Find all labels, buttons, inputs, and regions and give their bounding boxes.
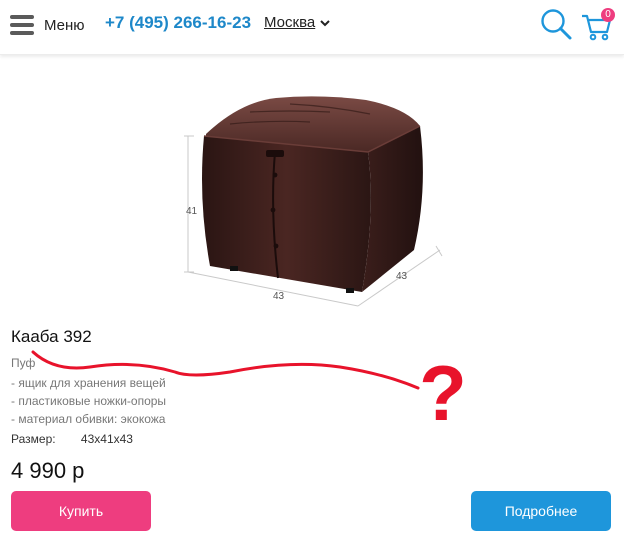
city-selector[interactable]: Москва: [264, 14, 331, 31]
menu-button[interactable]: Меню: [10, 12, 85, 38]
menu-label: Меню: [44, 16, 85, 34]
width-label: 43: [273, 291, 285, 302]
product-price: 4 990 р: [11, 458, 85, 483]
feature-list: - ящик для хранения вещей - пластиковые …: [11, 374, 166, 428]
height-label: 41: [186, 206, 198, 217]
product-type: Пуф: [11, 356, 36, 370]
phone-link[interactable]: +7 (495) 266-16-23: [105, 13, 251, 33]
size-row: Размер: 43x41x43: [11, 432, 133, 446]
product-title[interactable]: Кааба 392: [11, 327, 92, 347]
question-mark: ?: [419, 349, 467, 437]
product-image[interactable]: 41 43 43: [170, 80, 450, 320]
buy-button[interactable]: Купить: [11, 491, 151, 531]
feature-item: - пластиковые ножки-опоры: [11, 394, 167, 408]
feature-item: - материал обивки: экокожа: [11, 412, 166, 426]
chevron-down-icon: [320, 19, 330, 26]
size-label: Размер:: [11, 432, 56, 446]
feature-item: - ящик для хранения вещей: [11, 376, 166, 390]
search-icon[interactable]: [539, 7, 573, 41]
cart-count-badge: 0: [601, 8, 615, 22]
menu-icon: [10, 15, 34, 35]
details-button[interactable]: Подробнее: [471, 491, 611, 531]
depth-label: 43: [396, 271, 408, 282]
site-header: Меню +7 (495) 266-16-23 Москва 0: [0, 0, 624, 55]
city-label: Москва: [264, 14, 316, 31]
size-value: 43x41x43: [80, 432, 133, 446]
